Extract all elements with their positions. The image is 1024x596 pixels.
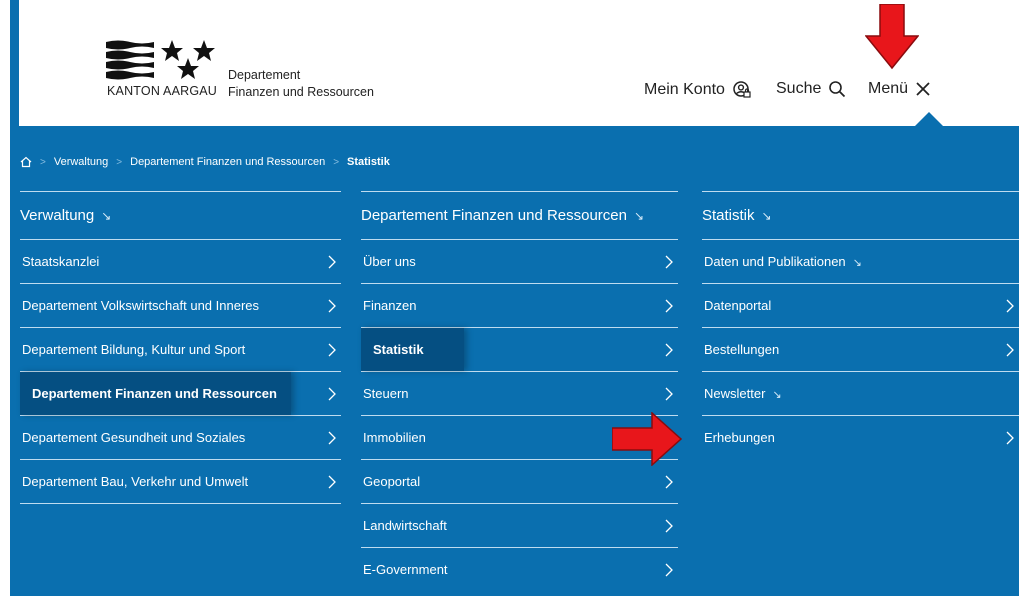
- expand-arrow-icon: ↘: [101, 208, 112, 223]
- menu-item-label: Newsletter ↘: [702, 386, 782, 401]
- menu-item-label: Departement Gesundheit und Soziales: [22, 430, 246, 445]
- menu-item-newsletter[interactable]: Newsletter ↘: [702, 372, 1019, 416]
- menu-item-label: Geoportal: [363, 474, 421, 489]
- column-heading-department[interactable]: Departement Finanzen und Ressourcen ↘: [361, 191, 678, 240]
- menu-item-ueber-uns[interactable]: Über uns: [361, 240, 678, 284]
- menu-item-text: Newsletter: [704, 386, 766, 401]
- breadcrumb-item-verwaltung[interactable]: Verwaltung: [54, 156, 108, 168]
- menu-item-label: E-Government: [363, 562, 448, 577]
- annotation-arrow-down-icon: [865, 4, 919, 70]
- chevron-right-icon: [665, 519, 673, 532]
- column-title: Statistik: [702, 207, 755, 224]
- menu-toggle[interactable]: Menü: [868, 80, 931, 98]
- chevron-right-icon: [665, 475, 673, 488]
- chevron-right-icon: [1006, 299, 1014, 312]
- menu-item-finanzen[interactable]: Finanzen: [361, 284, 678, 328]
- menu-item-bau[interactable]: Departement Bau, Verkehr und Umwelt: [20, 460, 341, 504]
- department-name: Departement Finanzen und Ressourcen: [228, 67, 374, 101]
- menu-item-label: Datenportal: [704, 298, 772, 313]
- menu-column-statistik: Statistik ↘ Daten und Publikationen ↘ Date…: [702, 191, 1019, 459]
- menu-item-landwirtschaft[interactable]: Landwirtschaft: [361, 504, 678, 548]
- menu-item-label: Finanzen: [363, 298, 417, 313]
- menu-item-label: Erhebungen: [704, 430, 775, 445]
- chevron-right-icon: [328, 299, 336, 312]
- column-heading-statistik[interactable]: Statistik ↘: [702, 191, 1019, 240]
- menu-item-label: Immobilien: [363, 430, 426, 445]
- menu-item-label: Departement Bildung, Kultur und Sport: [22, 342, 246, 357]
- chevron-right-icon: [665, 343, 673, 356]
- menu-label: Menü: [868, 80, 909, 97]
- breadcrumb-separator: >: [40, 156, 46, 168]
- menu-item-staatskanzlei[interactable]: Staatskanzlei: [20, 240, 341, 284]
- breadcrumb-separator: >: [333, 156, 340, 168]
- menu-column-department: Departement Finanzen und Ressourcen ↘ Übe…: [361, 191, 678, 591]
- menu-item-text: Daten und Publikationen: [704, 254, 846, 269]
- menu-item-label: Departement Volkswirtschaft und Inneres: [22, 298, 260, 313]
- account-icon: [733, 81, 751, 98]
- account-label: Mein Konto: [644, 81, 725, 98]
- chevron-right-icon: [1006, 343, 1014, 356]
- menu-item-label: Landwirtschaft: [363, 518, 447, 533]
- menu-item-finanzen-ressourcen[interactable]: Departement Finanzen und Ressourcen: [20, 372, 341, 416]
- menu-item-label: Über uns: [363, 254, 416, 269]
- menu-item-erhebungen[interactable]: Erhebungen: [702, 416, 1019, 459]
- close-icon: [916, 82, 930, 96]
- menu-item-datenportal[interactable]: Datenportal: [702, 284, 1019, 328]
- menu-item-label: Bestellungen: [704, 342, 780, 357]
- column-title: Verwaltung: [20, 207, 95, 224]
- home-icon[interactable]: [20, 156, 32, 168]
- menu-item-label: Steuern: [363, 386, 409, 401]
- chevron-right-icon: [665, 255, 673, 268]
- chevron-right-icon: [1006, 431, 1014, 444]
- menu-item-daten-publikationen[interactable]: Daten und Publikationen ↘: [702, 240, 1019, 284]
- menu-column-verwaltung: Verwaltung ↘ Staatskanzlei Departement Vo…: [20, 191, 341, 504]
- menu-item-bildung[interactable]: Departement Bildung, Kultur und Sport: [20, 328, 341, 372]
- breadcrumb-item-department[interactable]: Departement Finanzen und Ressourcen: [130, 156, 325, 168]
- breadcrumb: > Verwaltung > Departement Finanzen und …: [20, 154, 390, 170]
- expand-arrow-icon: ↘: [772, 389, 782, 401]
- menu-item-label-active: Statistik: [361, 328, 464, 371]
- chevron-right-icon: [665, 299, 673, 312]
- menu-item-steuern[interactable]: Steuern: [361, 372, 678, 416]
- breadcrumb-separator: >: [116, 156, 123, 168]
- menu-pointer-notch: [915, 112, 943, 126]
- menu-item-gesundheit[interactable]: Departement Gesundheit und Soziales: [20, 416, 341, 460]
- chevron-right-icon: [328, 255, 336, 268]
- menu-item-label: Daten und Publikationen ↘: [702, 254, 862, 269]
- menu-item-geoportal[interactable]: Geoportal: [361, 460, 678, 504]
- menu-item-e-government[interactable]: E-Government: [361, 548, 678, 591]
- menu-item-label-active: Departement Finanzen und Ressourcen: [20, 372, 291, 415]
- header-edge: [10, 0, 19, 126]
- chevron-right-icon: [328, 431, 336, 444]
- annotation-arrow-right-icon: [612, 412, 682, 466]
- expand-arrow-icon: ↘: [852, 257, 862, 269]
- expand-arrow-icon: ↘: [761, 208, 772, 223]
- chevron-right-icon: [665, 563, 673, 576]
- department-line-2: Finanzen und Ressourcen: [228, 85, 374, 99]
- search-icon: [829, 81, 846, 98]
- chevron-right-icon: [328, 343, 336, 356]
- menu-item-bestellungen[interactable]: Bestellungen: [702, 328, 1019, 372]
- breadcrumb-item-current: Statistik: [347, 156, 390, 168]
- menu-item-label: Departement Bau, Verkehr und Umwelt: [22, 474, 249, 489]
- account-link[interactable]: Mein Konto: [644, 80, 752, 100]
- column-heading-verwaltung[interactable]: Verwaltung ↘: [20, 191, 341, 240]
- search-label: Suche: [776, 80, 822, 97]
- menu-item-label: Staatskanzlei: [22, 254, 100, 269]
- chevron-right-icon: [328, 475, 336, 488]
- menu-item-volkswirtschaft[interactable]: Departement Volkswirtschaft und Inneres: [20, 284, 341, 328]
- search-link[interactable]: Suche: [776, 80, 846, 98]
- logo-text: KANTON AARGAU: [107, 84, 218, 98]
- expand-arrow-icon: ↘: [634, 208, 645, 223]
- chevron-right-icon: [665, 387, 673, 400]
- chevron-right-icon: [328, 387, 336, 400]
- menu-item-statistik[interactable]: Statistik: [361, 328, 678, 372]
- department-line-1: Departement: [228, 68, 301, 82]
- column-title: Departement Finanzen und Ressourcen: [361, 207, 627, 224]
